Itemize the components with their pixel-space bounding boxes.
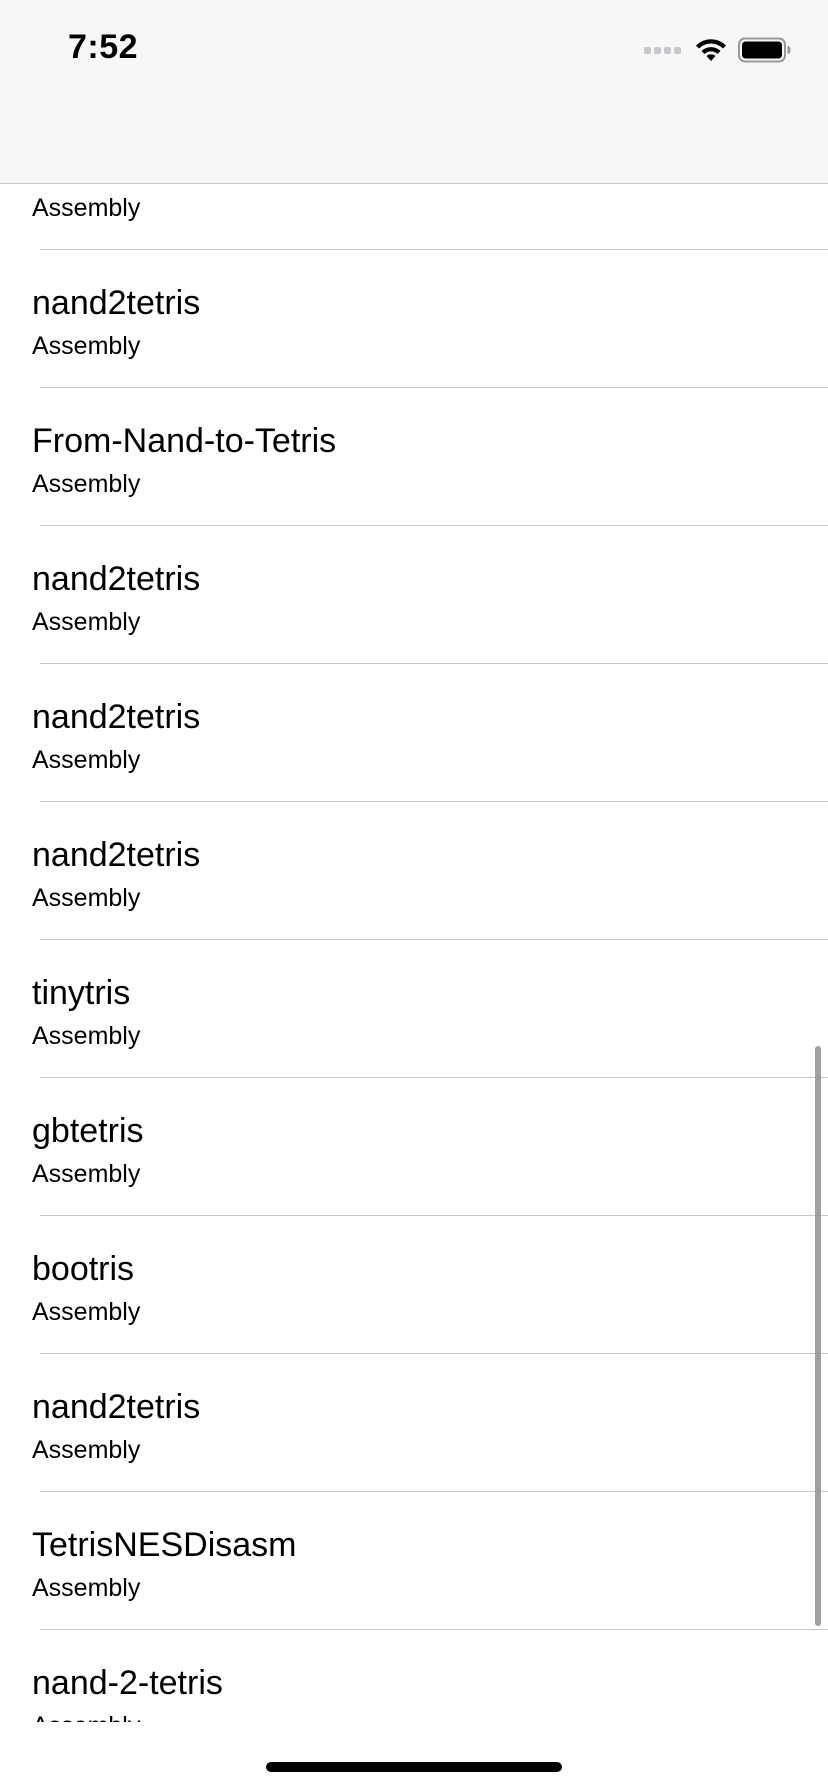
repo-name: From-Nand-to-Tetris [32, 422, 337, 460]
list-item[interactable]: nand2tetris Assembly [0, 250, 828, 388]
scroll-indicator[interactable] [815, 1046, 821, 1626]
list-item[interactable]: bootris Assembly [0, 1216, 828, 1354]
repo-name: nand2tetris [32, 560, 201, 598]
wifi-icon [696, 39, 726, 61]
navigation-header: 7:52 [0, 0, 828, 184]
repo-name: nand-2-tetris [32, 1664, 223, 1702]
repo-name: nand2tetris [32, 836, 201, 874]
repo-language: Assembly [32, 1298, 141, 1326]
repo-name: gbtetris [32, 1112, 144, 1150]
repo-language: Assembly [32, 1436, 141, 1464]
status-time: 7:52 [68, 28, 139, 66]
repo-name: bootris [32, 1250, 135, 1288]
repo-name: nand2tetris [32, 284, 201, 322]
repo-language: Assembly [32, 332, 141, 360]
list-item[interactable]: nand2tetris Assembly [0, 526, 828, 664]
repo-language: Assembly [32, 470, 141, 498]
cellular-signal-icon [644, 46, 684, 54]
battery-icon [738, 37, 791, 63]
status-icons [644, 36, 792, 64]
list-item[interactable]: nand2tetris Assembly [0, 1354, 828, 1492]
list-item[interactable]: nand-2-tetris Assembly [0, 1630, 828, 1722]
repo-language: Assembly [32, 746, 141, 774]
repo-language: Assembly [32, 1574, 141, 1602]
repo-language: Assembly [32, 608, 141, 636]
home-indicator[interactable] [266, 1762, 562, 1772]
repo-language: Assembly [32, 1160, 141, 1188]
repo-language: Assembly [32, 1712, 140, 1722]
repo-language: Assembly [32, 194, 141, 222]
list-item[interactable]: gbtetris Assembly [0, 1078, 828, 1216]
repo-name: nand2tetris [32, 1388, 201, 1426]
repo-name: tinytris [32, 974, 131, 1012]
repo-language: Assembly [32, 1022, 141, 1050]
list-item[interactable]: tinytris Assembly [0, 940, 828, 1078]
list-item[interactable]: nand2tetris Assembly [0, 802, 828, 940]
list-item[interactable]: nand2tetris Assembly [0, 664, 828, 802]
repo-name: TetrisNESDisasm [32, 1526, 297, 1564]
repo-name: nand2tetris [32, 698, 201, 736]
list-item[interactable]: From-Nand-to-Tetris Assembly [0, 388, 828, 526]
repo-language: Assembly [32, 884, 141, 912]
repository-list[interactable]: Assembly nand2tetris Assembly From-Nand-… [0, 0, 828, 1722]
list-item[interactable]: TetrisNESDisasm Assembly [0, 1492, 828, 1630]
